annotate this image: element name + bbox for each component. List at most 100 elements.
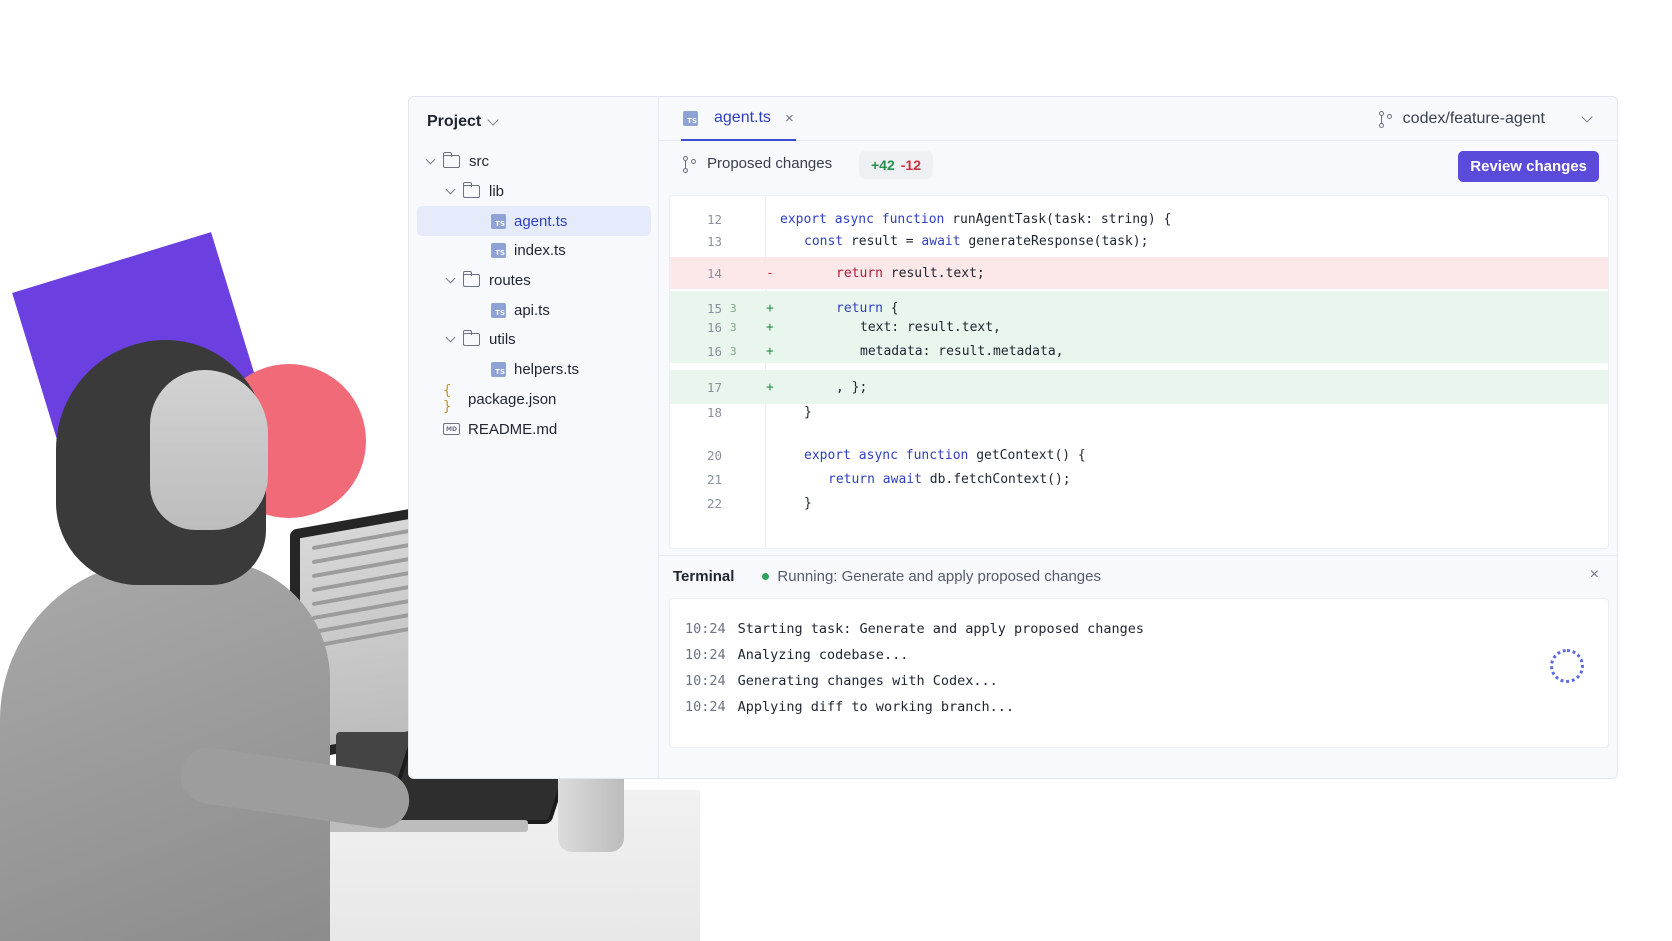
tree-item-index-ts[interactable]: TS index.ts bbox=[417, 236, 651, 266]
project-title: Project bbox=[427, 113, 482, 130]
log-message: Analyzing codebase... bbox=[737, 647, 909, 663]
diff-line-added: 16 3 + text: result.text, bbox=[670, 315, 1608, 339]
review-changes-button[interactable]: Review changes bbox=[1458, 151, 1599, 182]
typescript-file-icon: TS bbox=[491, 302, 506, 318]
code-token: , }; bbox=[836, 379, 868, 395]
code-text: } bbox=[780, 405, 812, 420]
close-icon[interactable]: × bbox=[1590, 566, 1599, 584]
diff-line-added: 16 3 + metadata: result.metadata, bbox=[670, 339, 1608, 363]
line-number: 13 bbox=[706, 233, 722, 249]
diff-sign: + bbox=[766, 319, 774, 335]
diff-sign: + bbox=[766, 300, 774, 316]
git-branch-icon bbox=[683, 155, 697, 173]
code-text: metadata: result.metadata, bbox=[788, 344, 1064, 359]
code-token: { bbox=[890, 300, 899, 316]
code-text: return { bbox=[788, 301, 899, 316]
code-token: return bbox=[836, 300, 891, 316]
log-message: Generating changes with Codex... bbox=[737, 673, 998, 689]
code-line: 20 export async function getContext() { bbox=[670, 444, 1608, 466]
code-line: 13 const result = await generateResponse(… bbox=[670, 230, 1608, 252]
close-icon[interactable]: × bbox=[785, 110, 794, 127]
tree-item-utils[interactable]: utils bbox=[417, 325, 651, 355]
code-token: } bbox=[804, 404, 812, 420]
terminal-log-line: 10:24 Starting task: Generate and apply p… bbox=[685, 621, 1608, 647]
additions-count: +42 bbox=[871, 157, 895, 173]
code-line: 18} bbox=[670, 401, 1608, 423]
tree-item-label: utils bbox=[489, 331, 516, 349]
code-text: export async function runAgentTask(task:… bbox=[780, 212, 1171, 227]
loading-spinner-icon bbox=[1550, 649, 1584, 683]
terminal-status-text: Running: Generate and apply proposed cha… bbox=[777, 568, 1101, 585]
typescript-file-icon: TS bbox=[491, 362, 506, 378]
code-text: , }; bbox=[788, 380, 867, 395]
ide-window: Project src lib TS agent.ts TS index.ts routes… bbox=[408, 96, 1618, 779]
code-diff-view[interactable]: 12 export async function runAgentTask(tas… bbox=[669, 195, 1609, 549]
tree-item-label: package.json bbox=[468, 390, 557, 408]
tree-item-label: src bbox=[469, 153, 489, 171]
tree-item-routes[interactable]: routes bbox=[417, 266, 651, 296]
chevron-down-icon bbox=[487, 114, 499, 126]
tree-item-lib[interactable]: lib bbox=[417, 177, 651, 207]
branch-name: codex/feature-agent bbox=[1402, 110, 1545, 127]
code-token: getContext() { bbox=[976, 447, 1086, 463]
chevron-down-icon[interactable] bbox=[425, 154, 435, 165]
code-token: export async function bbox=[804, 447, 977, 463]
code-text: const result = await generateResponse(ta… bbox=[780, 234, 1148, 249]
tree-item-package-json[interactable]: { } package.json bbox=[417, 383, 651, 415]
terminal-log-line: 10:24 Applying diff to working branch... bbox=[685, 699, 1608, 725]
tree-item-readme-md[interactable]: MD README.md bbox=[417, 414, 651, 444]
code-text: return result.text; bbox=[788, 266, 985, 281]
log-timestamp: 10:24 bbox=[685, 647, 726, 663]
line-number: 20 bbox=[706, 447, 722, 463]
log-timestamp: 10:24 bbox=[685, 621, 726, 637]
code-text: export async function getContext() { bbox=[780, 448, 1086, 463]
diff-sign: + bbox=[766, 379, 774, 395]
tree-item-label: helpers.ts bbox=[514, 361, 580, 379]
code-line: 22} bbox=[670, 492, 1608, 514]
line-marker: 3 bbox=[730, 301, 737, 315]
tree-item-label: agent.ts bbox=[514, 212, 568, 230]
person-face bbox=[150, 370, 268, 530]
code-token: return await bbox=[828, 471, 930, 487]
tree-item-agent-ts[interactable]: TS agent.ts bbox=[417, 206, 651, 237]
project-sidebar: Project src lib TS agent.ts TS index.ts routes… bbox=[409, 97, 659, 778]
git-branch-icon bbox=[1378, 111, 1393, 128]
code-token: await bbox=[921, 233, 969, 249]
tree-item-label: lib bbox=[489, 183, 505, 201]
status-dot-icon bbox=[762, 573, 770, 580]
typescript-file-icon: TS bbox=[683, 110, 698, 126]
project-dropdown[interactable]: Project bbox=[427, 113, 499, 131]
chevron-down-icon[interactable] bbox=[445, 184, 455, 195]
tree-item-label: index.ts bbox=[514, 242, 566, 260]
code-line: 21 return await db.fetchContext(); bbox=[670, 468, 1608, 490]
chevron-down-icon[interactable] bbox=[445, 273, 455, 284]
code-token: const bbox=[804, 233, 851, 249]
diff-stat-badge: +42 -12 bbox=[859, 151, 933, 179]
changes-toolbar: Proposed changes +42 -12 Review changes bbox=[659, 141, 1617, 191]
tab-agent-ts[interactable]: TS agent.ts × bbox=[681, 97, 796, 141]
terminal-title[interactable]: Terminal bbox=[673, 568, 734, 585]
line-number: 16 bbox=[706, 319, 722, 335]
log-message: Applying diff to working branch... bbox=[737, 699, 1014, 715]
line-marker: 3 bbox=[730, 320, 737, 334]
code-token: generateResponse(task); bbox=[968, 233, 1149, 249]
mug-illustration bbox=[558, 772, 624, 852]
tree-item-api-ts[interactable]: TS api.ts bbox=[417, 295, 651, 325]
code-token: export async function bbox=[780, 211, 953, 227]
line-number: 17 bbox=[706, 379, 722, 395]
branch-selector[interactable]: codex/feature-agent bbox=[1378, 97, 1593, 141]
code-token: ) { bbox=[1147, 211, 1172, 227]
file-tree: src lib TS agent.ts TS index.ts routes TS api.ts… bbox=[417, 147, 651, 444]
tree-item-src[interactable]: src bbox=[417, 147, 651, 177]
terminal-panel: Terminal Running: Generate and apply pro… bbox=[659, 555, 1617, 778]
terminal-status: Running: Generate and apply proposed cha… bbox=[762, 568, 1101, 585]
folder-icon bbox=[462, 330, 480, 347]
code-token: text: result.text, bbox=[860, 319, 1001, 335]
chevron-down-icon[interactable] bbox=[445, 333, 455, 343]
line-number: 21 bbox=[706, 471, 722, 487]
terminal-output[interactable]: 10:24 Starting task: Generate and apply p… bbox=[669, 598, 1609, 748]
code-line: 12 export async function runAgentTask(tas… bbox=[670, 208, 1608, 230]
tree-item-helpers-ts[interactable]: TS helpers.ts bbox=[417, 355, 651, 385]
terminal-log-line: 10:24 Analyzing codebase... bbox=[685, 647, 1608, 673]
folder-icon bbox=[462, 182, 480, 199]
